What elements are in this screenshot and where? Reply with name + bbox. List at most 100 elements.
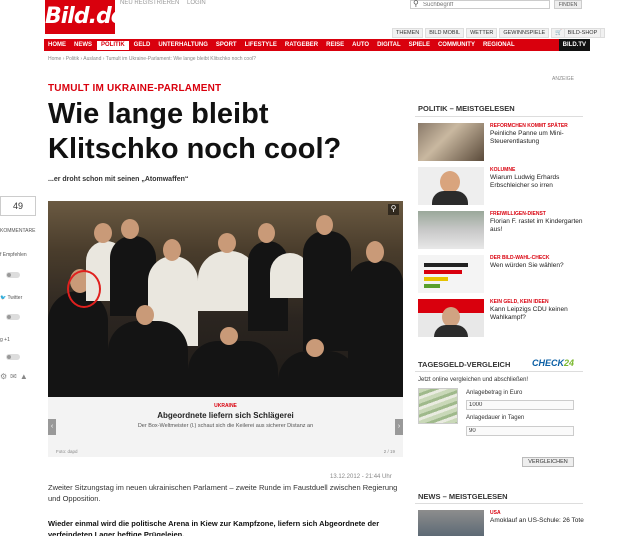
search-input[interactable]	[423, 1, 547, 8]
gallery-next-arrow[interactable]: ›	[395, 419, 403, 435]
search-box: ⚲	[410, 0, 550, 9]
gplus-label: +1	[4, 337, 10, 343]
facebook-recommend[interactable]: f Empfehlen	[0, 252, 27, 258]
amount-input[interactable]	[466, 400, 574, 410]
mail-icon[interactable]: ✉	[10, 372, 17, 381]
register-link[interactable]: NEU REGISTRIEREN	[120, 0, 179, 6]
nav-spiele[interactable]: SPIELE	[405, 39, 434, 51]
tagesgeld-subline: Jetzt online vergleichen und abschließen…	[418, 377, 529, 383]
breadcrumb[interactable]: Home › Politik › Ausland › Tumult im Ukr…	[48, 56, 256, 62]
caption-text: Der Box-Weltmeister (l.) schaut sich die…	[137, 423, 314, 429]
most-read-title: Kann Leipzigs CDU keinen Wahlkampf?	[490, 306, 568, 321]
article-paragraph: Wieder einmal wird die politische Arena …	[48, 519, 380, 536]
most-read-thumbnail	[418, 167, 484, 205]
divider	[415, 116, 583, 117]
nav-unterhaltung[interactable]: UNTERHALTUNG	[154, 39, 212, 51]
nav-geld[interactable]: GELD	[130, 39, 155, 51]
article-subline: ...er droht schon mit seinen „Atomwaffen…	[48, 176, 189, 183]
article-date: 13.12.2012 - 21:44 Uhr	[330, 474, 392, 480]
gplus-share[interactable]: g +1	[0, 337, 10, 343]
most-read-kicker: REFORMCHEN KOMMT SPÄTER	[490, 123, 568, 129]
check24-logo[interactable]: CHECK24	[532, 358, 574, 368]
nav-bild-tv[interactable]: BILD.TV	[558, 39, 590, 51]
main-nav: HOME NEWS POLITIK GELD UNTERHALTUNG SPOR…	[44, 39, 590, 51]
service-link-bild-mobil[interactable]: BILD MOBIL	[425, 28, 465, 38]
photo-credit: Foto: dapd	[56, 449, 78, 454]
news-title: Amoklauf an US-Schule: 26 Tote	[490, 517, 584, 524]
duration-input[interactable]	[466, 426, 574, 436]
share-tools: ⚙ ✉ ▲	[0, 372, 28, 381]
caption-title: Abgeordnete liefern sich Schlägerei	[157, 411, 294, 420]
gallery-photo[interactable]: ⚲	[48, 201, 403, 397]
most-read-thumbnail	[418, 123, 484, 161]
tagesgeld-title: TAGESGELD-VERGLEICH	[418, 360, 511, 369]
service-link-themen[interactable]: THEMEN	[392, 28, 424, 38]
news-thumbnail	[418, 510, 484, 536]
bild-logo[interactable]: Bild.de	[45, 0, 126, 36]
nav-regional[interactable]: REGIONAL	[479, 39, 519, 51]
nav-sport[interactable]: SPORT	[212, 39, 241, 51]
headline-line-1: Wie lange bleibt	[48, 98, 269, 130]
caption-kicker: UKRAINE	[214, 403, 237, 409]
most-read-item[interactable]: KEIN GELD, KEIN IDEEN Kann Leipzigs CDU …	[418, 299, 586, 337]
most-read-kicker: DER BILD-WAHL-CHECK	[490, 255, 550, 261]
most-read-thumbnail	[418, 211, 484, 249]
settings-icon[interactable]: ⚙	[0, 372, 7, 381]
most-read-thumbnail	[418, 299, 484, 337]
top-links: NEU REGISTRIEREN LOGIN	[120, 0, 212, 6]
highlight-circle	[67, 270, 101, 308]
twitter-share[interactable]: 🐦 Twitter	[0, 295, 22, 301]
gplus-toggle[interactable]	[6, 354, 20, 360]
gallery-prev-arrow[interactable]: ‹	[48, 419, 56, 435]
facebook-toggle[interactable]	[6, 272, 20, 278]
compare-button[interactable]: VERGLEICHEN	[522, 457, 574, 467]
nav-politik[interactable]: POLITIK	[96, 39, 130, 51]
most-read-title: Peinliche Panne um Mini-Steuerentlastung	[490, 130, 564, 145]
nav-auto[interactable]: AUTO	[348, 39, 373, 51]
nav-lifestyle[interactable]: LIFESTYLE	[241, 39, 281, 51]
check24-number: 24	[564, 358, 575, 368]
nav-ratgeber[interactable]: RATGEBER	[281, 39, 322, 51]
most-read-title: Wen würden Sie wählen?	[490, 262, 564, 269]
most-read-title: Florian F. rastet im Kindergarten aus!	[490, 218, 583, 233]
most-read-item[interactable]: FREIWILLIGEN-DIENST Florian F. rastet im…	[418, 211, 586, 249]
article-lead: Zweiter Sitzungstag im neuen ukrainische…	[48, 483, 398, 503]
service-link-gewinnspiele[interactable]: GEWINNSPIELE	[499, 28, 550, 38]
search-button[interactable]: FINDEN	[554, 0, 582, 9]
most-read-item[interactable]: KOLUMNE Wiarum Ludwig Erhards Erbschleic…	[418, 167, 586, 205]
nav-home[interactable]: HOME	[44, 39, 70, 51]
nav-community[interactable]: COMMUNITY	[434, 39, 479, 51]
most-read-kicker: KEIN GELD, KEIN IDEEN	[490, 299, 549, 305]
article-kicker: TUMULT IM UKRAINE-PARLAMENT	[48, 83, 222, 94]
comment-count[interactable]: 49	[0, 196, 36, 216]
twitter-icon: 🐦	[0, 295, 8, 301]
comments-label[interactable]: KOMMENTARE	[0, 228, 35, 234]
divider	[415, 503, 583, 504]
warning-icon[interactable]: ▲	[20, 372, 28, 381]
recommend-label: Empfehlen	[2, 252, 27, 258]
most-read-kicker: FREIWILLIGEN-DIENST	[490, 211, 546, 217]
news-kicker: USA	[490, 510, 501, 516]
gallery-page-counter: 2 / 19	[383, 449, 395, 454]
most-read-kicker: KOLUMNE	[490, 167, 516, 173]
nav-reise[interactable]: REISE	[322, 39, 348, 51]
money-image	[418, 388, 458, 424]
nav-digital[interactable]: DIGITAL	[373, 39, 405, 51]
headline-line-2: Klitschko noch cool?	[48, 133, 342, 165]
service-link-wetter[interactable]: WETTER	[466, 28, 498, 38]
article-headline: Wie lange bleibt Klitschko noch cool?	[48, 97, 368, 167]
news-most-read-title: NEWS – MEISTGELESEN	[418, 492, 508, 501]
duration-label: Anlagedauer in Tagen	[466, 415, 525, 421]
most-read-item[interactable]: DER BILD-WAHL-CHECK Wen würden Sie wähle…	[418, 255, 586, 293]
twitter-label: Twitter	[7, 295, 23, 301]
twitter-toggle[interactable]	[6, 314, 20, 320]
login-link[interactable]: LOGIN	[187, 0, 206, 6]
most-read-item[interactable]: REFORMCHEN KOMMT SPÄTER Peinliche Panne …	[418, 123, 586, 161]
service-link-bild-shop[interactable]: 🛒 BILD-SHOP	[551, 28, 606, 38]
news-item[interactable]: USA Amoklauf an US-Schule: 26 Tote	[418, 510, 586, 536]
most-read-title: Wiarum Ludwig Erhards Erbschleicher so i…	[490, 174, 560, 189]
zoom-icon[interactable]: ⚲	[388, 204, 399, 215]
gallery-caption: UKRAINE Abgeordnete liefern sich Schläge…	[48, 397, 403, 457]
nav-news[interactable]: NEWS	[70, 39, 96, 51]
search-icon: ⚲	[413, 0, 419, 8]
